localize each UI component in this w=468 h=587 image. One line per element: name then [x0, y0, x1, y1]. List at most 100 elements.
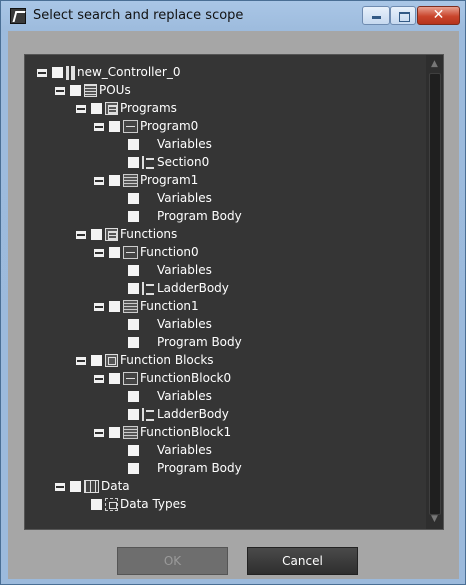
collapse-icon[interactable]	[94, 176, 104, 185]
collapse-icon[interactable]	[76, 356, 86, 365]
checkbox[interactable]	[128, 139, 139, 150]
checkbox[interactable]	[128, 193, 139, 204]
tree-node-label: LadderBody	[157, 407, 229, 421]
checkbox[interactable]	[128, 319, 139, 330]
collapse-icon[interactable]	[94, 428, 104, 437]
function-icon	[123, 246, 138, 259]
collapse-icon[interactable]	[37, 68, 47, 77]
tree-node-program0-variables[interactable]: Variables	[128, 135, 212, 153]
checkbox[interactable]	[128, 283, 139, 294]
blank-icon	[142, 210, 155, 223]
checkbox[interactable]	[70, 481, 81, 492]
blank-icon	[142, 192, 155, 205]
checkbox[interactable]	[128, 337, 139, 348]
tree-node-function0[interactable]: Function0	[94, 243, 199, 261]
close-icon: ✕	[432, 7, 445, 23]
tree-node-section0[interactable]: Section0	[128, 153, 209, 171]
tree-node-pous[interactable]: POUs	[55, 81, 131, 99]
tree-node-label: new_Controller_0	[77, 65, 181, 79]
tree-node-programs[interactable]: Programs	[76, 99, 177, 117]
checkbox[interactable]	[128, 463, 139, 474]
tree-node-function0-variables[interactable]: Variables	[128, 261, 212, 279]
checkbox[interactable]	[128, 391, 139, 402]
checkbox[interactable]	[109, 301, 120, 312]
tree-node-program0[interactable]: Program0	[94, 117, 198, 135]
tree-node-function1[interactable]: Function1	[94, 297, 199, 315]
maximize-button[interactable]	[390, 6, 416, 25]
tree-node-label: Function0	[140, 245, 199, 259]
checkbox[interactable]	[91, 499, 102, 510]
function-st-icon	[123, 300, 138, 313]
section-icon	[142, 156, 155, 169]
checkbox[interactable]	[128, 157, 139, 168]
checkbox[interactable]	[52, 67, 63, 78]
tree-node-label: Variables	[157, 137, 212, 151]
checkbox[interactable]	[70, 85, 81, 96]
checkbox[interactable]	[109, 175, 120, 186]
checkbox[interactable]	[91, 229, 102, 240]
checkbox[interactable]	[91, 103, 102, 114]
tree-node-program1-body[interactable]: Program Body	[128, 207, 242, 225]
checkbox[interactable]	[109, 121, 120, 132]
tree-node-functionblock1[interactable]: FunctionBlock1	[94, 423, 231, 441]
function-block-folder-icon	[105, 354, 118, 367]
scrollbar-thumb[interactable]	[429, 73, 441, 515]
tree-node-label: Variables	[157, 317, 212, 331]
tree-node-label: FunctionBlock0	[140, 371, 232, 385]
tree-node-functions[interactable]: Functions	[76, 225, 177, 243]
collapse-icon[interactable]	[55, 86, 65, 95]
program-st-icon	[123, 174, 138, 187]
scope-tree[interactable]: new_Controller_0 POUs Programs Program0 …	[24, 54, 444, 530]
collapse-icon[interactable]	[76, 104, 86, 113]
ladder-icon	[142, 408, 155, 421]
tree-node-label: Program0	[140, 119, 199, 133]
function-block-icon	[123, 372, 138, 385]
checkbox[interactable]	[128, 265, 139, 276]
checkbox[interactable]	[109, 373, 120, 384]
blank-icon	[142, 318, 155, 331]
checkbox[interactable]	[109, 427, 120, 438]
tree-node-function1-variables[interactable]: Variables	[128, 315, 212, 333]
tree-node-function-blocks[interactable]: Function Blocks	[76, 351, 214, 369]
tree-node-data-types[interactable]: Data Types	[91, 495, 186, 513]
tree-node-program1-variables[interactable]: Variables	[128, 189, 212, 207]
scroll-up-icon[interactable]: ▲	[429, 59, 440, 70]
tree-node-functionblock0[interactable]: FunctionBlock0	[94, 369, 231, 387]
tree-node-function0-ladder[interactable]: LadderBody	[128, 279, 229, 297]
tree-node-label: Functions	[120, 227, 178, 241]
tree-node-label: Section0	[157, 155, 210, 169]
tree-node-functionblock1-body[interactable]: Program Body	[128, 459, 242, 477]
close-button[interactable]: ✕	[417, 6, 460, 25]
collapse-icon[interactable]	[76, 230, 86, 239]
collapse-icon[interactable]	[94, 248, 104, 257]
minimize-button[interactable]	[362, 6, 390, 25]
checkbox[interactable]	[128, 445, 139, 456]
collapse-icon[interactable]	[94, 374, 104, 383]
tree-node-functionblock0-ladder[interactable]: LadderBody	[128, 405, 229, 423]
program-icon	[123, 120, 138, 133]
vertical-scrollbar[interactable]: ▲ ▼	[426, 55, 443, 529]
collapse-icon[interactable]	[94, 302, 104, 311]
checkbox[interactable]	[128, 409, 139, 420]
blank-icon	[142, 390, 155, 403]
tree-node-program1[interactable]: Program1	[94, 171, 198, 189]
checkbox[interactable]	[109, 247, 120, 258]
cancel-button[interactable]: Cancel	[247, 547, 358, 575]
title-bar[interactable]: Select search and replace scope ✕	[1, 1, 465, 31]
tree-node-label: Variables	[157, 389, 212, 403]
checkbox[interactable]	[128, 211, 139, 222]
ok-button[interactable]: OK	[117, 547, 228, 575]
blank-icon	[142, 264, 155, 277]
tree-node-functionblock1-variables[interactable]: Variables	[128, 441, 212, 459]
scroll-down-icon[interactable]: ▼	[429, 514, 440, 525]
data-types-icon	[105, 498, 118, 511]
checkbox[interactable]	[91, 355, 102, 366]
minimize-icon	[372, 16, 381, 19]
collapse-icon[interactable]	[94, 122, 104, 131]
tree-node-controller[interactable]: new_Controller_0	[37, 63, 180, 81]
tree-node-functionblock0-variables[interactable]: Variables	[128, 387, 212, 405]
tree-node-function1-body[interactable]: Program Body	[128, 333, 242, 351]
tree-node-data[interactable]: Data	[55, 477, 130, 495]
collapse-icon[interactable]	[55, 482, 65, 491]
blank-icon	[142, 138, 155, 151]
